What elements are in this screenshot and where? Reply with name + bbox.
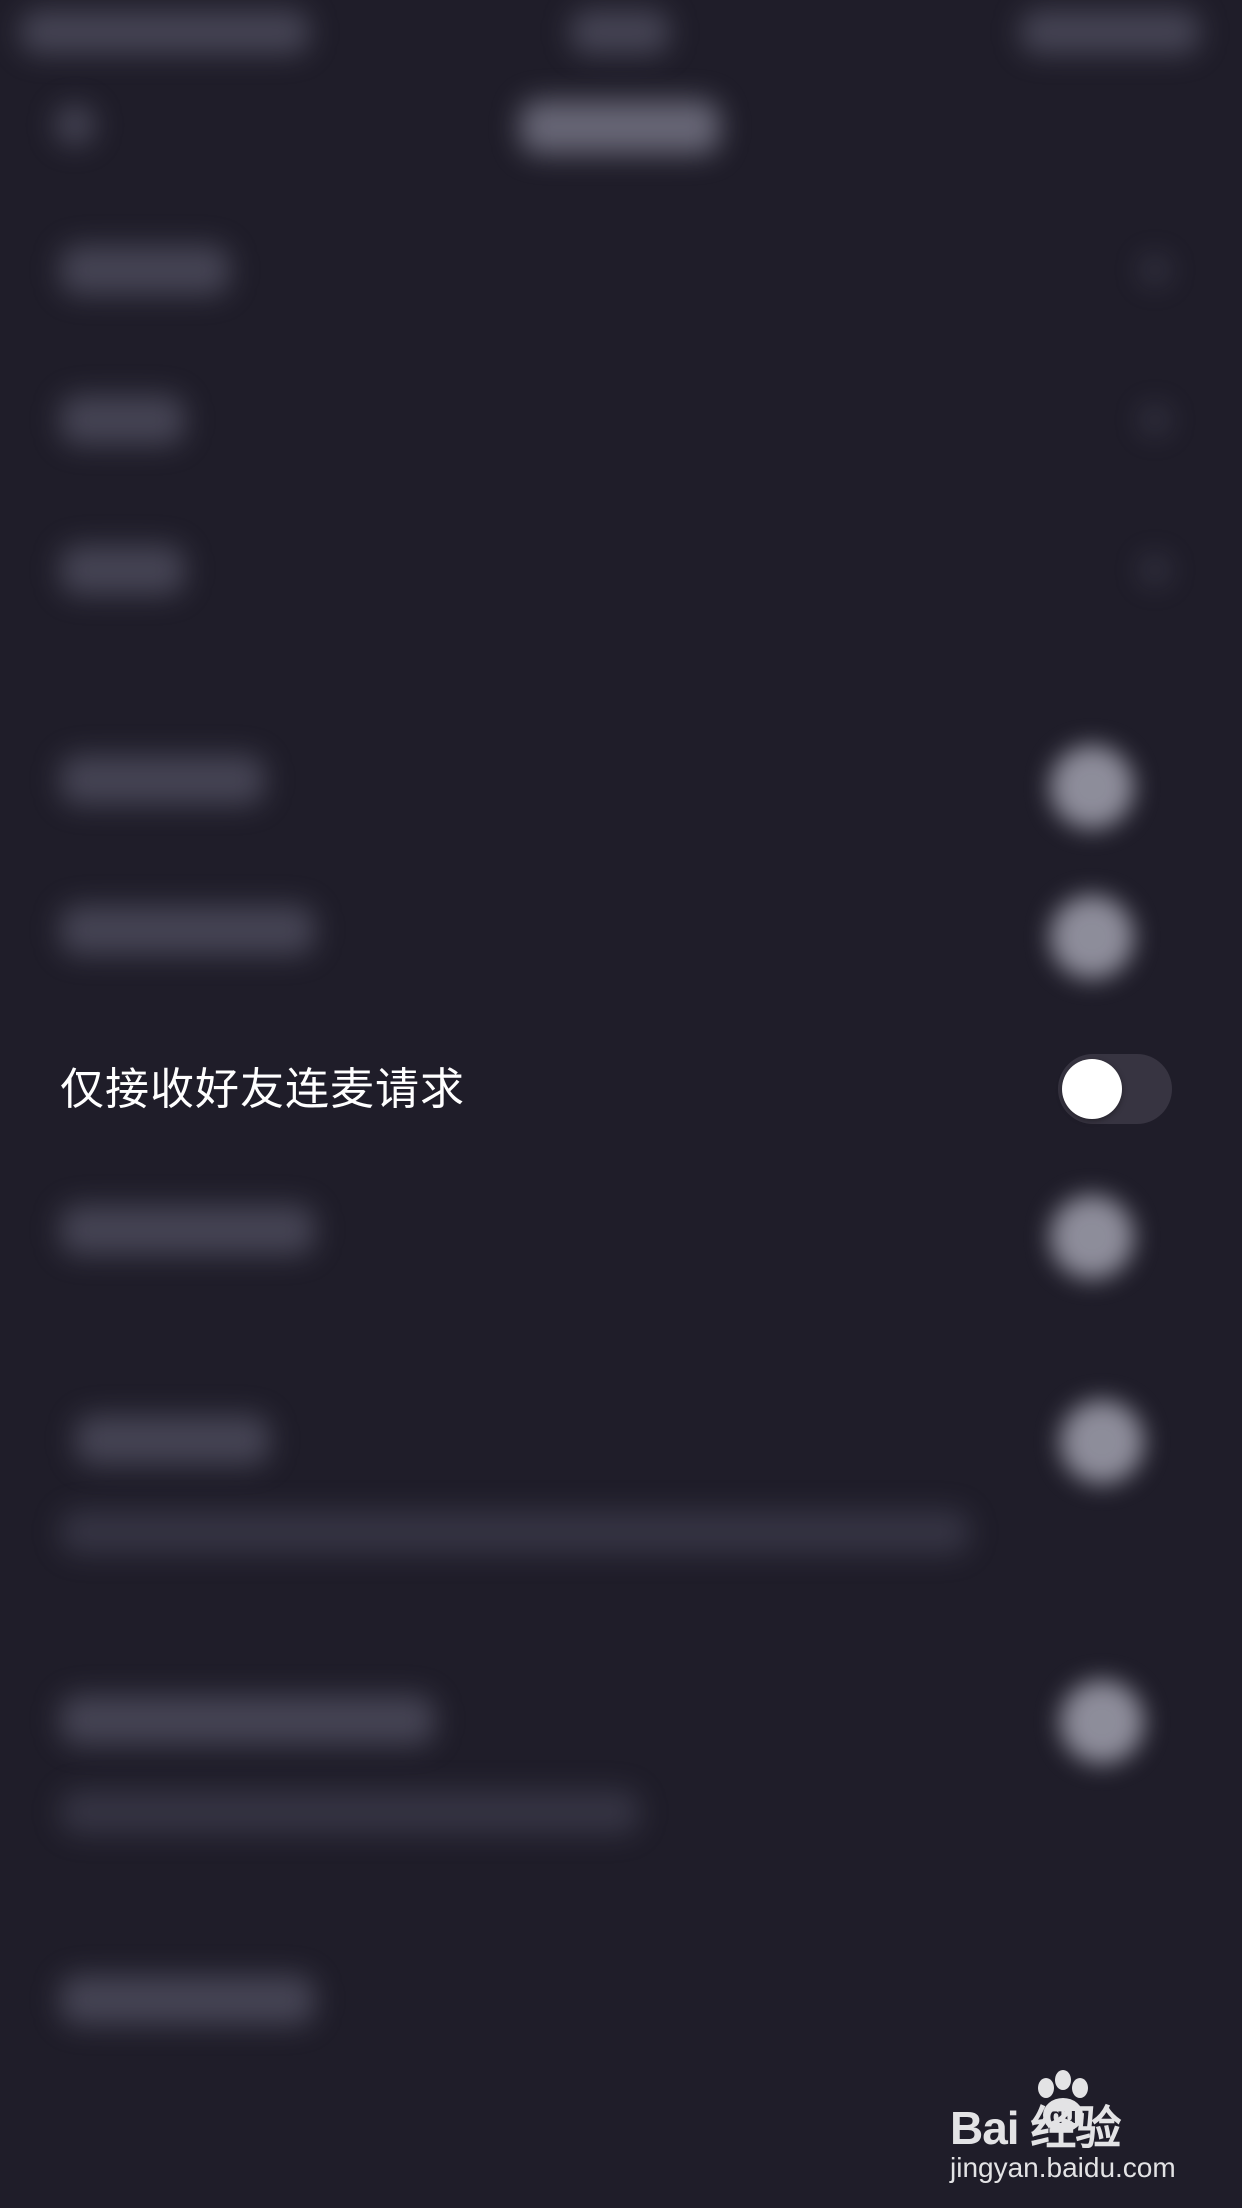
blurred-status-bar-left (20, 10, 310, 54)
blurred-toggle-9 (1060, 1680, 1144, 1764)
blurred-toggle-5 (1050, 895, 1134, 979)
blurred-row-7-label (60, 1205, 315, 1255)
friends-only-mic-request-toggle[interactable] (1058, 1054, 1172, 1124)
blurred-toggle-4 (1050, 745, 1134, 829)
blurred-toggle-8 (1060, 1400, 1144, 1484)
toggle-knob (1062, 1059, 1122, 1119)
friends-only-mic-request-label: 仅接收好友连麦请求 (60, 1064, 465, 1115)
blurred-row-3-chevron (1140, 555, 1170, 585)
blurred-row-9-description (60, 1790, 640, 1834)
blurred-row-1-chevron (1140, 255, 1170, 285)
blurred-row-9-label (60, 1695, 435, 1745)
watermark-url: jingyan.baidu.com (950, 2152, 1176, 2183)
blurred-row-3-label (60, 545, 185, 595)
blurred-row-10-label (60, 1975, 315, 2025)
blurred-row-4-label (60, 755, 265, 805)
blurred-toggle-7 (1050, 1195, 1134, 1279)
watermark-brand: Bai 经验 (950, 2102, 1121, 2154)
baidu-jingyan-watermark: du Bai 经验 jingyan.baidu.com (950, 2070, 1190, 2190)
settings-page: 仅接收好友连麦请求 du Bai 经验 jingyan.baidu.com (0, 0, 1242, 2208)
blurred-row-2-label (60, 395, 185, 445)
blurred-row-5-label (60, 905, 315, 955)
blurred-back-icon (55, 105, 95, 145)
blurred-row-8-description (60, 1510, 970, 1554)
blurred-row-2-chevron (1140, 405, 1170, 435)
blurred-status-bar-center (570, 10, 670, 54)
blurred-row-1-label (60, 245, 230, 295)
blurred-status-bar-right (1020, 10, 1200, 54)
blurred-page-title (520, 100, 720, 154)
blurred-row-8-label (75, 1415, 270, 1465)
friends-only-mic-request-row[interactable]: 仅接收好友连麦请求 (0, 1040, 1242, 1140)
